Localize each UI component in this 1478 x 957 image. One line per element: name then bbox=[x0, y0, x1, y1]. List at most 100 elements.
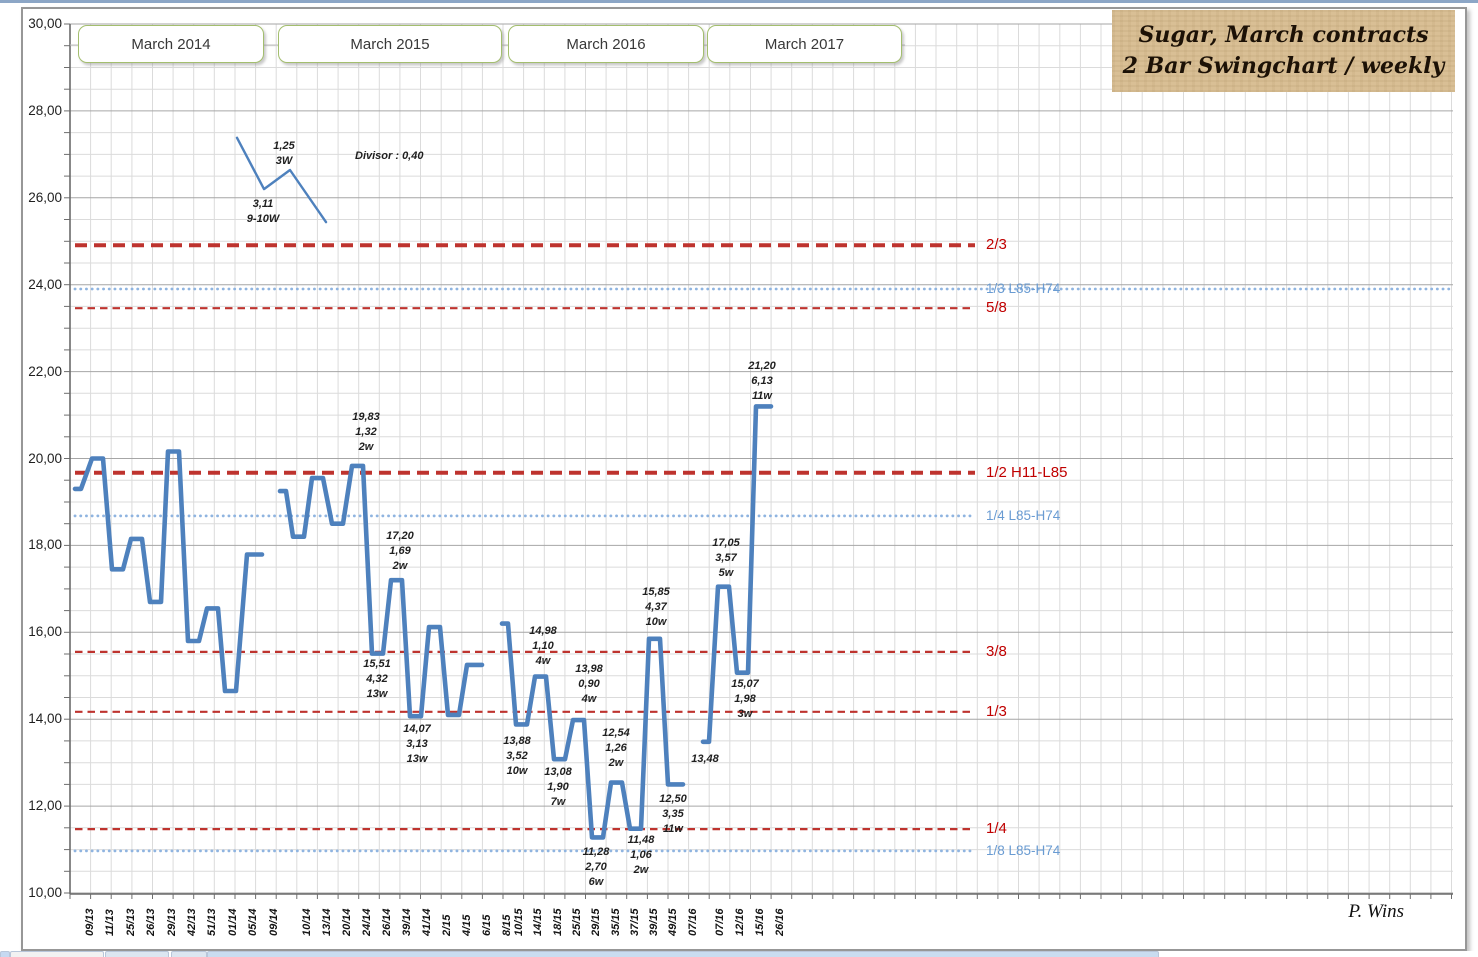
swing-annotation-line: 15,51 bbox=[363, 658, 391, 670]
x-axis-label: 25/15 bbox=[570, 908, 583, 936]
swing-annotation-line: 19,83 bbox=[352, 411, 380, 423]
sheet-bottom-strip bbox=[0, 951, 1478, 957]
sheet-tab-fragment bbox=[0, 951, 10, 957]
x-axis-label: 14/15 bbox=[532, 908, 545, 936]
sheet-tab-fragment bbox=[207, 951, 1159, 957]
x-axis-label: 13/14 bbox=[321, 908, 333, 936]
x-axis-label: 26/14 bbox=[381, 908, 393, 936]
swing-annotation: 15,85 4,37 10w bbox=[611, 585, 701, 630]
refline-label: 1/2 H11-L85 bbox=[986, 463, 1068, 481]
swing-annotation: 14,07 3,13 13w bbox=[372, 722, 462, 767]
contract-box-march-2016: March 2016 bbox=[508, 25, 704, 63]
swing-annotation-line: 11w bbox=[663, 823, 683, 835]
swing-annotation-line: 3,13 bbox=[406, 738, 428, 750]
chart-title-line1: Sugar, March contracts bbox=[1138, 22, 1429, 48]
swing-annotation-line: 1,90 bbox=[547, 781, 569, 793]
x-axis-label: 2/15 bbox=[441, 914, 453, 936]
x-axis-label: 15/16 bbox=[754, 908, 766, 936]
swing-annotation-line: 14,07 bbox=[403, 723, 431, 735]
x-axis-label: 51/13 bbox=[206, 908, 219, 936]
swing-annotation-line: 1,32 bbox=[355, 426, 377, 438]
swing-annotation-line: 2w bbox=[633, 864, 649, 876]
refline-label: 1/4 bbox=[986, 820, 1007, 838]
swing-annotation: 12,54 1,26 2w bbox=[571, 726, 661, 771]
swing-annotation: 3,11 9-10W bbox=[218, 197, 308, 227]
x-axis-label: 49/15 bbox=[667, 908, 680, 936]
swing-annotation-line: 3,52 bbox=[506, 750, 528, 762]
swing-annotation-line: 13,98 bbox=[575, 663, 603, 675]
swing-annotation: 15,51 4,32 13w bbox=[332, 657, 422, 702]
y-axis-label: 24,00 bbox=[28, 276, 62, 292]
y-axis-label: 10,00 bbox=[28, 885, 62, 900]
swing-annotation: 17,05 3,57 5w bbox=[681, 536, 771, 581]
swing-annotation-line: 3,35 bbox=[662, 808, 684, 820]
y-axis-label: 16,00 bbox=[28, 624, 62, 640]
x-axis-label: 25/13 bbox=[124, 908, 137, 936]
swing-annotation: 12,50 3,35 11w bbox=[628, 792, 718, 837]
swing-annotation-line: 12,54 bbox=[602, 727, 630, 739]
author-signature: P. Wins bbox=[1348, 901, 1404, 922]
x-axis-label: 35/15 bbox=[609, 908, 622, 936]
x-axis-label: 8/15 bbox=[501, 914, 513, 936]
x-axis-label: 12/16 bbox=[734, 908, 746, 936]
swing-annotation-line: 13,88 bbox=[503, 735, 531, 747]
swing-annotation-line: 6,13 bbox=[751, 375, 773, 387]
divisor-note: Divisor : 0,40 bbox=[355, 150, 424, 162]
x-axis-label: 41/14 bbox=[421, 908, 433, 936]
x-axis-label: 29/15 bbox=[590, 908, 603, 936]
swing-annotation-line: 3w bbox=[737, 708, 753, 720]
swing-annotation: 13,48 bbox=[660, 752, 750, 767]
y-axis-label: 12,00 bbox=[28, 798, 62, 814]
y-axis-label: 18,00 bbox=[28, 537, 62, 553]
contract-box-march-2014: March 2014 bbox=[78, 25, 264, 63]
swing-line-march-2014 bbox=[72, 449, 265, 694]
swing-annotation-line: 2w bbox=[358, 441, 374, 453]
swing-annotation-line: 1,06 bbox=[630, 849, 652, 861]
swing-annotation-line: 13,48 bbox=[691, 753, 719, 765]
x-axis-label: 24/14 bbox=[361, 908, 373, 936]
x-axis-label: 09/13 bbox=[84, 908, 96, 936]
swing-annotation-line: 13w bbox=[366, 688, 388, 700]
swing-annotation: 19,83 1,32 2w bbox=[321, 410, 411, 455]
contract-box-march-2015: March 2015 bbox=[278, 25, 502, 63]
x-axis-label: 4/15 bbox=[461, 914, 473, 936]
swing-annotation-line: 17,05 bbox=[712, 537, 740, 549]
swing-annotation-line: 21,20 bbox=[748, 360, 776, 372]
swing-annotation-line: 15,07 bbox=[731, 678, 759, 690]
x-axis-label: 05/14 bbox=[247, 908, 260, 936]
swing-annotation-line: 1,69 bbox=[389, 545, 411, 557]
sheet-tab-fragment bbox=[171, 951, 207, 957]
swing-annotation-line: 1,26 bbox=[605, 742, 627, 754]
y-axis-label: 30,00 bbox=[28, 16, 62, 31]
swing-annotation-line: 4w bbox=[581, 693, 597, 705]
x-axis-label: 29/13 bbox=[165, 908, 178, 936]
x-axis-label: 10/14 bbox=[301, 908, 313, 936]
swingchart-canvas bbox=[64, 23, 1455, 899]
refline-label: 1/4 L85-H74 bbox=[986, 507, 1061, 523]
swing-annotation-line: 3,57 bbox=[715, 552, 737, 564]
y-axis-label: 20,00 bbox=[28, 450, 62, 466]
chart-title-line2: 2 Bar Swingchart / weekly bbox=[1122, 53, 1445, 79]
swing-annotation: 21,20 6,13 11w bbox=[717, 359, 807, 404]
x-axis-label: 18/15 bbox=[551, 908, 564, 936]
swing-annotation-line: 0,90 bbox=[578, 678, 600, 690]
x-axis-label: 11/13 bbox=[104, 909, 117, 936]
swing-annotation: 1,25 3W bbox=[239, 139, 329, 169]
x-axis-label: 26/13 bbox=[145, 908, 158, 936]
y-axis-label: 22,00 bbox=[28, 363, 62, 379]
swing-annotation-line: 12,50 bbox=[659, 793, 687, 805]
swing-annotation-line: 9-10W bbox=[246, 213, 280, 225]
x-axis-label: 01/14 bbox=[226, 908, 239, 936]
swing-annotation: 13,08 1,90 7w bbox=[513, 765, 603, 810]
swing-annotation-line: 1,25 bbox=[273, 140, 295, 152]
swing-annotation-line: 17,20 bbox=[386, 530, 414, 542]
spreadsheet-chart-page: 2/3 1/3 L85-H74 5/8 1/2 H11-L85 1/4 L85-H74 3… bbox=[0, 0, 1478, 957]
swing-annotation-line: 3,11 bbox=[252, 198, 274, 210]
y-axis-label: 14,00 bbox=[28, 711, 62, 727]
swing-annotation-line: 1,98 bbox=[734, 693, 756, 705]
swing-annotation-line: 15,85 bbox=[642, 586, 670, 598]
y-axis-label: 26,00 bbox=[28, 189, 62, 205]
swing-annotation-line: 2w bbox=[392, 560, 408, 572]
swing-annotation-line: 7w bbox=[550, 796, 566, 808]
x-axis-label: 37/15 bbox=[628, 908, 641, 936]
